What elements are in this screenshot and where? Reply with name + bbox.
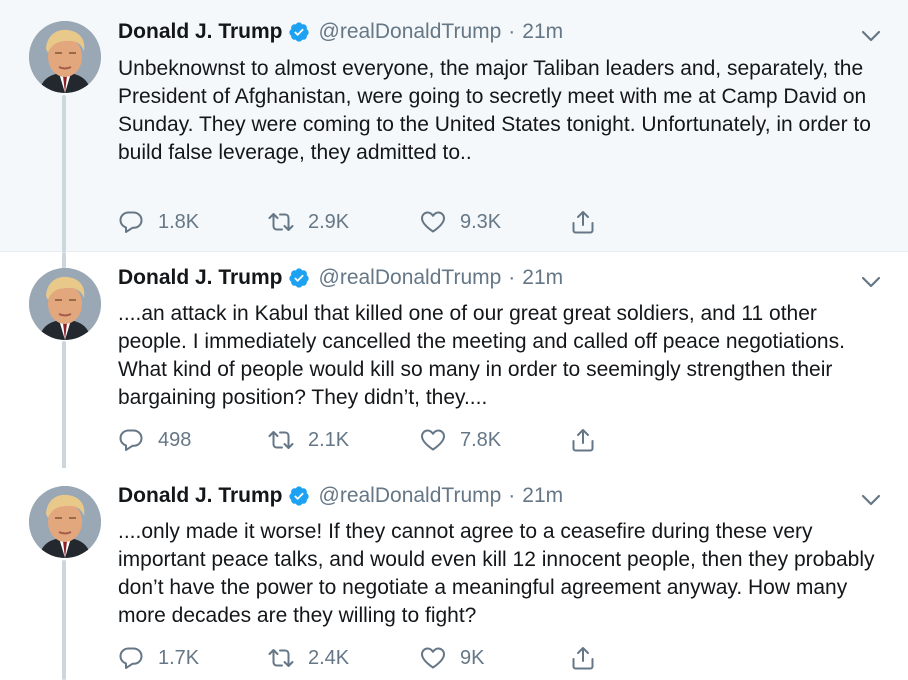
share-icon (570, 427, 596, 453)
thread-connector-line (62, 560, 66, 680)
timestamp[interactable]: 21m (522, 266, 563, 290)
reply-button[interactable]: 1.7K (118, 643, 268, 673)
tweet-actions: 1.7K 2.4K 9K (118, 643, 600, 673)
avatar[interactable] (29, 268, 101, 340)
share-button[interactable] (570, 425, 600, 455)
reply-count: 1.8K (158, 210, 200, 233)
retweet-button[interactable]: 2.4K (268, 643, 420, 673)
retweet-count: 2.4K (308, 646, 350, 669)
verified-badge-icon (288, 21, 310, 43)
retweet-count: 2.9K (308, 210, 350, 233)
reply-count: 1.7K (158, 646, 200, 669)
chevron-down-icon[interactable] (861, 493, 881, 507)
chevron-down-icon[interactable] (861, 275, 881, 289)
reply-icon (118, 427, 144, 453)
retweet-count: 2.1K (308, 428, 350, 451)
thread-connector-line (62, 95, 66, 252)
timestamp[interactable]: 21m (522, 20, 563, 44)
reply-icon (118, 209, 144, 235)
tweet-header: Donald J. Trump @realDonaldTrump · 21m (118, 266, 563, 290)
reply-count: 498 (158, 428, 192, 451)
tweet-text: Unbeknownst to almost everyone, the majo… (118, 57, 871, 164)
retweet-icon (268, 645, 294, 671)
profile-photo-icon (29, 486, 101, 558)
share-icon (570, 645, 596, 671)
timestamp[interactable]: 21m (522, 484, 563, 508)
reply-button[interactable]: 1.8K (118, 207, 268, 237)
like-count: 9K (460, 646, 485, 669)
retweet-button[interactable]: 2.1K (268, 425, 420, 455)
heart-icon (420, 209, 446, 235)
author-handle[interactable]: @realDonaldTrump (319, 20, 502, 44)
author-name[interactable]: Donald J. Trump (118, 484, 283, 508)
profile-photo-icon (29, 21, 101, 93)
heart-icon (420, 645, 446, 671)
tweet-actions: 1.8K 2.9K 9.3K (118, 207, 600, 237)
author-name[interactable]: Donald J. Trump (118, 20, 283, 44)
share-button[interactable] (570, 643, 600, 673)
retweet-icon (268, 427, 294, 453)
like-button[interactable]: 9K (420, 643, 570, 673)
chevron-down-icon[interactable] (861, 29, 881, 43)
profile-photo-icon (29, 268, 101, 340)
tweet-actions: 498 2.1K 7.8K (118, 425, 600, 455)
share-icon (570, 209, 596, 235)
tweet-header: Donald J. Trump @realDonaldTrump · 21m (118, 484, 563, 508)
separator-dot: · (508, 20, 516, 43)
avatar[interactable] (29, 486, 101, 558)
tweet-text: ....only made it worse! If they cannot a… (118, 520, 875, 627)
thread-connector-line (62, 252, 66, 269)
retweet-icon (268, 209, 294, 235)
reply-icon (118, 645, 144, 671)
like-count: 7.8K (460, 428, 502, 451)
heart-icon (420, 427, 446, 453)
verified-badge-icon (288, 267, 310, 289)
like-count: 9.3K (460, 210, 502, 233)
thread-connector-line (62, 341, 66, 485)
avatar[interactable] (29, 21, 101, 93)
separator-dot: · (508, 484, 516, 507)
author-name[interactable]: Donald J. Trump (118, 266, 283, 290)
like-button[interactable]: 7.8K (420, 425, 570, 455)
tweet-header: Donald J. Trump @realDonaldTrump · 21m (118, 20, 563, 44)
tweet-text: ....an attack in Kabul that killed one o… (118, 302, 845, 409)
share-button[interactable] (570, 207, 600, 237)
reply-button[interactable]: 498 (118, 425, 268, 455)
like-button[interactable]: 9.3K (420, 207, 570, 237)
author-handle[interactable]: @realDonaldTrump (319, 484, 502, 508)
retweet-button[interactable]: 2.9K (268, 207, 420, 237)
verified-badge-icon (288, 485, 310, 507)
tweet-thread: Donald J. Trump @realDonaldTrump · 21m U… (0, 0, 908, 680)
separator-dot: · (508, 266, 516, 289)
author-handle[interactable]: @realDonaldTrump (319, 266, 502, 290)
